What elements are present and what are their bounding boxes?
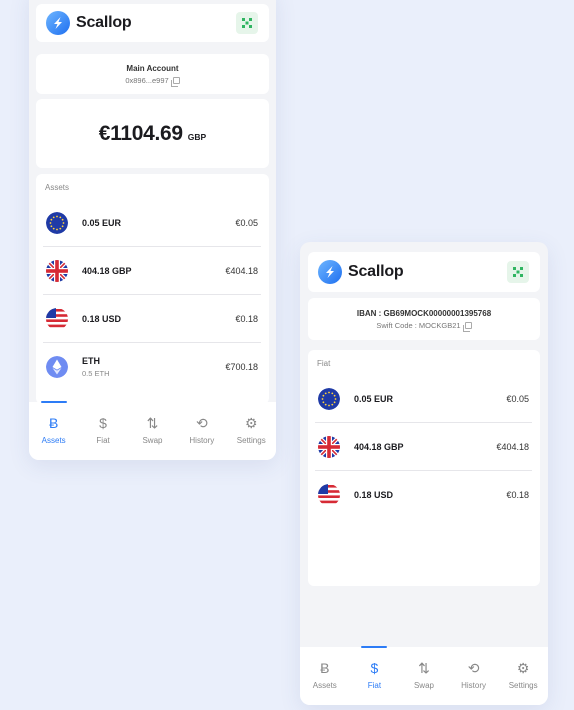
fiat-screen: Scallop IBAN : GB69MOCK00000001395768 Sw…	[300, 242, 548, 705]
app-header: Scallop	[36, 4, 269, 42]
us-flag-icon	[46, 307, 68, 330]
swap-arrows-icon: ⇅	[146, 415, 159, 431]
us-flag-icon	[318, 484, 340, 506]
nav-item-fiat[interactable]: $ Fiat	[81, 414, 125, 445]
fiat-name: 0.18 USD	[354, 490, 394, 500]
list-item[interactable]: ETH 0.5 ETH €700.18	[43, 343, 261, 391]
uk-flag-icon	[318, 435, 340, 458]
wallet-address: 0x896...e997	[125, 75, 169, 85]
dollar-icon: $	[370, 660, 379, 676]
nav-label: Assets	[41, 436, 66, 445]
brand-name: Scallop	[76, 14, 132, 31]
nav-label: Settings	[508, 681, 538, 690]
uk-flag-icon	[46, 259, 68, 282]
brand-name: Scallop	[348, 263, 404, 280]
bottom-nav: Ƀ Assets $ Fiat ⇅ Swap ⟲ History ⚙ Setti…	[29, 401, 276, 460]
nav-label: Settings	[236, 436, 266, 445]
nav-label: Swap	[413, 681, 434, 690]
assets-screen: Scallop Main Account 0x896...e997 €1104.…	[29, 0, 276, 460]
swift-code: Swift Code : MOCKGB21	[376, 320, 461, 330]
fiat-value: €0.05	[506, 393, 529, 404]
asset-amount: 0.5 ETH	[82, 369, 110, 378]
nav-label: Assets	[312, 681, 337, 690]
active-tab-indicator	[361, 646, 388, 648]
fiat-name: 404.18 GBP	[354, 441, 404, 452]
gear-icon: ⚙	[516, 660, 530, 676]
nav-item-history[interactable]: ⟲ History	[452, 659, 496, 690]
list-item[interactable]: 0.05 EUR €0.05	[43, 199, 261, 247]
list-item[interactable]: 0.18 USD €0.18	[315, 471, 532, 519]
app-header: Scallop	[308, 252, 540, 292]
account-card: Main Account 0x896...e997	[36, 54, 269, 94]
nav-item-swap[interactable]: ⇅ Swap	[130, 414, 174, 445]
history-icon: ⟲	[467, 660, 480, 676]
avatar[interactable]	[236, 12, 258, 34]
swap-arrows-icon: ⇅	[418, 660, 430, 676]
nav-item-assets[interactable]: Ƀ Assets	[303, 659, 347, 690]
nav-item-settings[interactable]: ⚙ Settings	[229, 414, 273, 445]
bitcoin-icon: Ƀ	[320, 660, 330, 676]
nav-item-settings[interactable]: ⚙ Settings	[501, 659, 545, 690]
history-icon: ⟲	[195, 415, 208, 431]
nav-label: Swap	[142, 436, 163, 445]
copy-icon[interactable]	[170, 76, 180, 87]
gear-icon: ⚙	[244, 415, 258, 431]
asset-value: €404.18	[225, 265, 258, 276]
nav-item-fiat[interactable]: $ Fiat	[352, 646, 396, 690]
bottom-nav: Ƀ Assets $ Fiat ⇅ Swap ⟲ History ⚙ Setti…	[300, 646, 548, 705]
list-item[interactable]: 0.18 USD €0.18	[43, 295, 261, 343]
nav-item-history[interactable]: ⟲ History	[180, 414, 224, 445]
asset-value: €700.18	[225, 362, 258, 372]
account-title: Main Account	[126, 63, 179, 73]
active-tab-indicator	[40, 401, 67, 403]
bitcoin-icon: Ƀ	[49, 415, 59, 431]
assets-card: Assets 0.05 EUR €0.05 404.18 GBP €404.18…	[36, 174, 269, 404]
nav-label: Fiat	[96, 436, 110, 445]
brand[interactable]: Scallop	[318, 260, 404, 284]
asset-value: €0.18	[235, 313, 258, 324]
balance-card: €1104.69 GBP	[36, 99, 269, 168]
iban: IBAN : GB69MOCK00000001395768	[356, 308, 492, 318]
asset-value: €0.05	[235, 217, 258, 228]
scallop-logo-icon	[318, 260, 342, 284]
list-item[interactable]: 404.18 GBP €404.18	[315, 423, 532, 471]
balance-currency: GBP	[187, 132, 207, 142]
ethereum-icon	[46, 356, 68, 378]
list-item[interactable]: 0.05 EUR €0.05	[315, 375, 532, 423]
balance-amount: €1104.69	[98, 121, 183, 145]
fiat-value: €404.18	[496, 441, 529, 452]
fiat-name: 0.05 EUR	[354, 393, 394, 404]
assets-section-label: Assets	[45, 183, 70, 192]
nav-item-swap[interactable]: ⇅ Swap	[402, 659, 446, 690]
asset-name: 404.18 GBP	[82, 265, 132, 276]
eu-flag-icon	[318, 387, 340, 410]
avatar[interactable]	[507, 261, 529, 283]
brand[interactable]: Scallop	[46, 11, 132, 35]
eu-flag-icon	[46, 211, 68, 234]
asset-name: ETH	[82, 356, 100, 366]
nav-label: History	[189, 436, 215, 445]
nav-item-assets[interactable]: Ƀ Assets	[32, 401, 76, 445]
asset-name: 0.05 EUR	[82, 217, 122, 228]
identicon-icon	[242, 18, 252, 28]
asset-name: 0.18 USD	[82, 313, 122, 324]
bank-details-card: IBAN : GB69MOCK00000001395768 Swift Code…	[308, 298, 540, 340]
list-item[interactable]: 404.18 GBP €404.18	[43, 247, 261, 295]
nav-label: History	[461, 681, 487, 690]
identicon-icon	[513, 267, 523, 277]
nav-label: Fiat	[367, 681, 382, 690]
fiat-section-label: Fiat	[317, 359, 331, 368]
fiat-card: Fiat 0.05 EUR €0.05 404.18 GBP €404.18 0…	[308, 350, 540, 586]
scallop-logo-icon	[46, 11, 70, 35]
dollar-icon: $	[99, 415, 107, 431]
fiat-value: €0.18	[506, 490, 529, 500]
copy-icon[interactable]	[462, 321, 472, 332]
